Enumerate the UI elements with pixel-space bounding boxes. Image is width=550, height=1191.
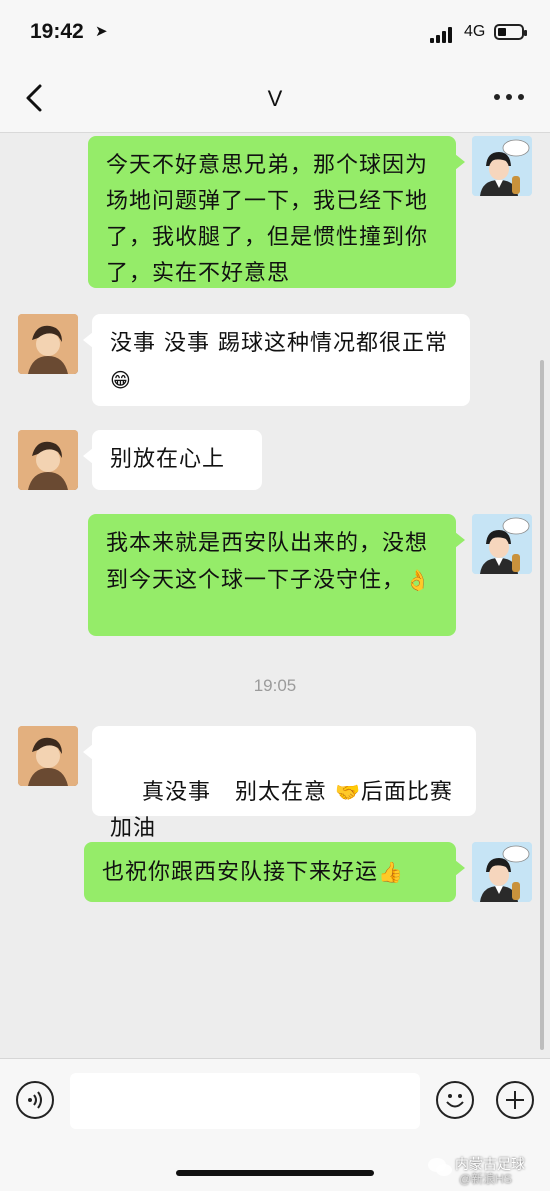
avatar-image-icon (18, 726, 78, 786)
message-bubble-outgoing[interactable]: 我本来就是西安队出来的，没想到今天这个球一下子没守住，👌 (88, 514, 465, 636)
avatar-image-icon (472, 514, 532, 574)
message-text: 别放在心上 (110, 447, 226, 472)
message-bubble-incoming[interactable]: 别放在心上 (83, 430, 262, 490)
status-time: 19:42 (30, 20, 84, 43)
message-bubble-incoming[interactable]: 真没事 别太在意 🤝后面比赛加油 (83, 726, 476, 841)
message-text: 真没事 别太在意 (126, 780, 335, 805)
my-avatar[interactable] (472, 842, 532, 902)
message-text: 也祝你跟西安队接下来好运 (102, 860, 379, 885)
plus-icon (506, 1091, 524, 1109)
avatar-image-icon (472, 136, 532, 196)
handshake-emoji-icon: 🤝 (334, 780, 361, 804)
thumbs-up-emoji-icon: 👍 (378, 860, 404, 884)
voice-input-button[interactable] (16, 1081, 54, 1119)
grin-emoji-icon: 😁 (110, 368, 132, 392)
status-bar: 19:42 ➤ 4G (0, 0, 550, 66)
message-text: 今天不好意思兄弟，那个球因为场地问题弹了一下，我已经下地了，我收腿了，但是惯性撞… (106, 153, 429, 286)
message-input[interactable] (70, 1073, 420, 1129)
scrollbar[interactable] (540, 360, 544, 1050)
nav-bar: V (0, 66, 550, 133)
chat-timestamp: 19:05 (253, 676, 297, 695)
contact-avatar[interactable] (18, 314, 78, 374)
my-avatar[interactable] (472, 136, 532, 196)
emoji-button[interactable] (436, 1081, 474, 1119)
message-bubble-outgoing[interactable]: 也祝你跟西安队接下来好运👍 (84, 842, 465, 902)
message-bubble-outgoing[interactable]: 今天不好意思兄弟，那个球因为场地问题弹了一下，我已经下地了，我收腿了，但是惯性撞… (88, 136, 465, 288)
message-bubble-incoming[interactable]: 没事 没事 踢球这种情况都很正常 😁 (83, 314, 470, 406)
contact-avatar[interactable] (18, 430, 78, 490)
smiley-icon (446, 1094, 464, 1108)
avatar-image-icon (472, 842, 532, 902)
signal-icon (430, 27, 458, 43)
battery-icon (494, 24, 527, 40)
message-text: 我本来就是西安队出来的，没想到今天这个球一下子没守住， (106, 531, 429, 593)
avatar-image-icon (18, 314, 78, 374)
watermark-handle: @新浪HS (459, 1172, 512, 1186)
voice-icon (28, 1091, 42, 1109)
contact-avatar[interactable] (18, 726, 78, 786)
home-indicator[interactable] (176, 1170, 374, 1176)
message-text: 没事 没事 踢球这种情况都很正常 (110, 331, 448, 356)
wechat-logo-icon (428, 1158, 452, 1176)
my-avatar[interactable] (472, 514, 532, 574)
more-actions-button[interactable] (496, 1081, 534, 1119)
avatar-image-icon (18, 430, 78, 490)
more-options-icon[interactable] (494, 94, 526, 104)
watermark: 内蒙古足球 @新浪HS (425, 1152, 550, 1188)
location-arrow-icon: ➤ (95, 22, 108, 40)
chat-title: V (267, 86, 283, 111)
ok-hand-emoji-icon: 👌 (405, 568, 431, 592)
network-type: 4G (464, 23, 486, 40)
